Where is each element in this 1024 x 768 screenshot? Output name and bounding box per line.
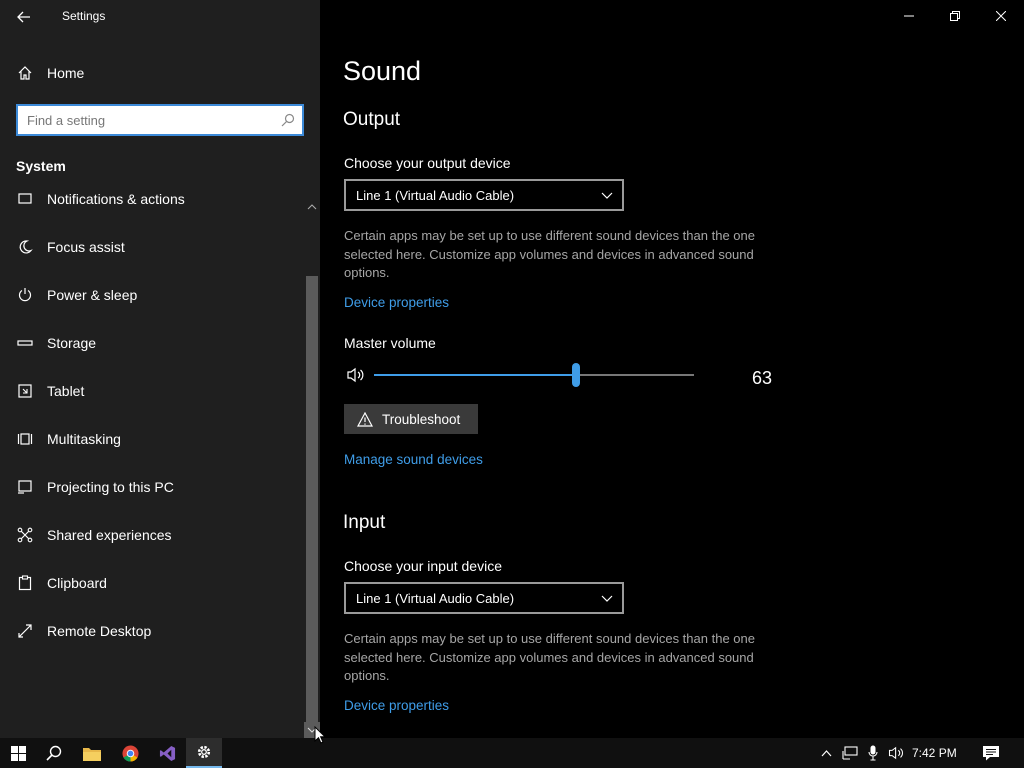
file-explorer-icon (83, 747, 101, 761)
taskbar: 7:42 PM (0, 738, 1024, 768)
taskbar-search-button[interactable] (36, 738, 72, 768)
troubleshoot-button[interactable]: Troubleshoot (344, 404, 478, 434)
master-volume-slider[interactable] (374, 363, 694, 387)
sidebar-item-label: Tablet (47, 383, 85, 399)
input-section-title: Input (343, 512, 386, 533)
speaker-icon[interactable] (346, 366, 366, 384)
troubleshoot-label: Troubleshoot (382, 411, 461, 427)
chrome-icon (121, 744, 139, 762)
page-title: Sound (343, 56, 422, 86)
visual-studio-icon (159, 745, 175, 761)
manage-sound-devices-link[interactable]: Manage sound devices (344, 452, 483, 467)
sidebar-scrollbar[interactable] (304, 196, 320, 738)
chevron-up-icon (821, 749, 831, 756)
sidebar-item-storage[interactable]: Storage (0, 320, 304, 366)
master-volume-value: 63 (752, 368, 773, 388)
mouse-cursor-icon (314, 726, 326, 744)
sidebar-item-label: Power & sleep (47, 287, 138, 303)
taskbar-visual-studio[interactable] (149, 738, 185, 768)
taskbar-clock[interactable]: 7:42 PM (912, 746, 957, 760)
tray-microphone[interactable] (864, 738, 882, 768)
taskbar-settings[interactable] (186, 738, 222, 768)
section-title: System (16, 158, 66, 174)
home-icon (16, 64, 34, 82)
search-box[interactable] (16, 104, 304, 136)
power-icon (16, 286, 34, 304)
window-title: Settings (62, 9, 106, 23)
input-device-value: Line 1 (Virtual Audio Cable) (356, 590, 515, 606)
sidebar-item-power-sleep[interactable]: Power & sleep (0, 272, 304, 318)
output-section-title: Output (343, 109, 401, 130)
moon-icon (16, 238, 34, 256)
microphone-icon (868, 745, 878, 761)
back-button[interactable] (8, 2, 40, 32)
master-volume-label: Master volume (344, 335, 436, 351)
sidebar-home-label: Home (47, 65, 85, 81)
sidebar-item-label: Storage (47, 335, 97, 351)
settings-icon (197, 745, 211, 759)
sidebar-item-label: Projecting to this PC (47, 479, 174, 495)
warning-icon (356, 411, 374, 427)
clipboard-icon (16, 574, 34, 592)
taskbar-chrome[interactable] (112, 738, 148, 768)
tablet-icon (16, 382, 34, 400)
sidebar-nav: Notifications & actions Focus assist Pow… (0, 183, 304, 738)
slider-fill (374, 374, 576, 376)
sidebar-item-multitasking[interactable]: Multitasking (0, 416, 304, 462)
search-icon[interactable] (274, 106, 302, 134)
sidebar-item-label: Notifications & actions (47, 191, 185, 207)
sidebar-item-tablet[interactable]: Tablet (0, 368, 304, 414)
sidebar-item-focus-assist[interactable]: Focus assist (0, 224, 304, 270)
action-center-icon (983, 745, 999, 760)
network-icon (842, 746, 858, 760)
input-device-dropdown[interactable]: Line 1 (Virtual Audio Cable) (344, 582, 624, 614)
action-center-button[interactable] (976, 738, 1006, 768)
sidebar-item-label: Shared experiences (47, 527, 172, 543)
sidebar-item-shared-experiences[interactable]: Shared experiences (0, 512, 304, 558)
sidebar-item-label: Remote Desktop (47, 623, 152, 639)
start-button[interactable] (0, 738, 36, 768)
output-device-properties-link[interactable]: Device properties (344, 295, 449, 310)
taskbar-file-explorer[interactable] (74, 738, 110, 768)
speaker-icon (888, 746, 903, 760)
chevron-up-icon (307, 204, 317, 210)
storage-icon (16, 334, 34, 352)
sidebar-item-label: Multitasking (47, 431, 121, 447)
start-icon (10, 745, 26, 761)
notifications-icon (16, 190, 34, 208)
sidebar-item-remote-desktop[interactable]: Remote Desktop (0, 608, 304, 654)
shared-experiences-icon (16, 526, 34, 544)
input-description: Certain apps may be set up to use differ… (344, 631, 755, 683)
scroll-up-button[interactable] (304, 196, 320, 218)
sidebar-item-notifications[interactable]: Notifications & actions (0, 183, 304, 222)
search-input[interactable] (18, 106, 274, 134)
output-description: Certain apps may be set up to use differ… (344, 228, 755, 280)
output-device-label: Choose your output device (344, 155, 511, 171)
scroll-thumb[interactable] (306, 276, 318, 724)
sidebar-item-label: Focus assist (47, 239, 125, 255)
sidebar: Settings Home System Notifications & act… (0, 0, 320, 738)
projecting-icon (16, 478, 34, 496)
search-icon (46, 745, 62, 761)
multitasking-icon (16, 430, 34, 448)
main-content: Sound Output Choose your output device L… (320, 0, 1024, 738)
chevron-down-icon (600, 188, 614, 202)
sidebar-item-clipboard[interactable]: Clipboard (0, 560, 304, 606)
sidebar-item-projecting[interactable]: Projecting to this PC (0, 464, 304, 510)
output-device-dropdown[interactable]: Line 1 (Virtual Audio Cable) (344, 179, 624, 211)
sidebar-home[interactable]: Home (16, 58, 306, 88)
sidebar-item-label: Clipboard (47, 575, 107, 591)
tray-network[interactable] (839, 738, 861, 768)
output-device-value: Line 1 (Virtual Audio Cable) (356, 187, 515, 203)
slider-thumb[interactable] (571, 363, 580, 387)
input-device-label: Choose your input device (344, 558, 502, 574)
remote-desktop-icon (16, 622, 34, 640)
tray-overflow-button[interactable] (816, 738, 836, 768)
back-arrow-icon (17, 11, 30, 23)
tray-volume[interactable] (885, 738, 907, 768)
chevron-down-icon (600, 591, 614, 605)
input-device-properties-link[interactable]: Device properties (344, 698, 449, 713)
